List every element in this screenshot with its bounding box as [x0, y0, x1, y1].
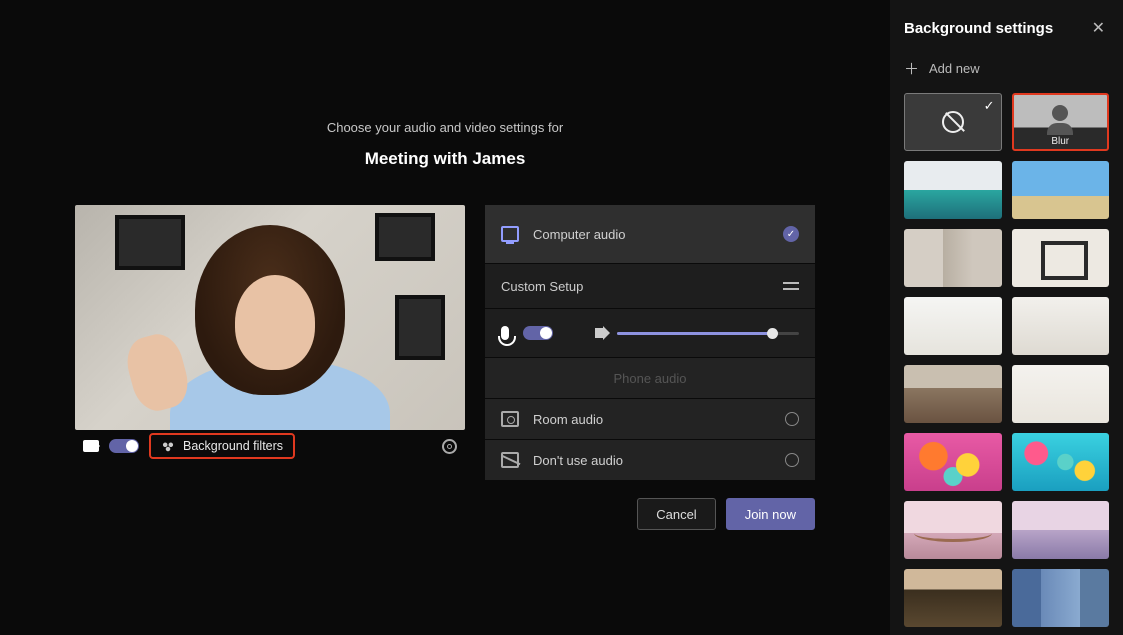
audio-option-room[interactable]: Room audio: [485, 399, 815, 439]
sliders-icon: [783, 280, 799, 292]
device-settings-icon[interactable]: [442, 439, 457, 454]
meeting-title: Meeting with James: [0, 149, 890, 169]
background-tile[interactable]: [904, 297, 1002, 355]
background-tile-blur[interactable]: Blur: [1012, 93, 1110, 151]
background-tile-none[interactable]: ✓: [904, 93, 1002, 151]
video-panel: Background filters: [75, 205, 465, 530]
room-audio-icon: [501, 411, 519, 427]
mic-volume-row: [485, 309, 815, 357]
cancel-button[interactable]: Cancel: [637, 498, 715, 530]
background-tile[interactable]: [1012, 229, 1110, 287]
background-tile[interactable]: [1012, 161, 1110, 219]
blur-label: Blur: [1051, 136, 1069, 147]
background-tile[interactable]: [904, 569, 1002, 627]
audio-panel: Computer audio ✓ Custom Setup: [485, 205, 815, 480]
custom-setup-row[interactable]: Custom Setup: [485, 264, 815, 308]
audio-option-computer[interactable]: Computer audio ✓: [485, 205, 815, 263]
phone-audio-label: Phone audio: [613, 371, 686, 386]
camera-icon: [83, 440, 99, 452]
background-tile[interactable]: [904, 501, 1002, 559]
background-settings-panel: Background settings ✕ ＋ Add new ✓ Blur: [890, 0, 1123, 635]
no-audio-label: Don't use audio: [533, 453, 623, 468]
selected-check-icon: ✓: [783, 226, 799, 242]
join-now-button[interactable]: Join now: [726, 498, 815, 530]
computer-audio-label: Computer audio: [533, 227, 626, 242]
none-icon: [942, 111, 964, 133]
add-new-label: Add new: [929, 61, 980, 76]
filters-icon: [161, 440, 175, 452]
microphone-icon: [501, 326, 509, 340]
background-tile[interactable]: [1012, 501, 1110, 559]
computer-audio-icon: [501, 226, 519, 242]
sidebar-title: Background settings: [904, 20, 1053, 37]
audio-option-none[interactable]: Don't use audio: [485, 440, 815, 480]
radio-icon: [785, 453, 799, 467]
background-tile[interactable]: [904, 229, 1002, 287]
check-icon: ✓: [984, 98, 995, 114]
camera-toggle[interactable]: [109, 439, 139, 453]
background-filters-label: Background filters: [183, 439, 283, 453]
background-tile[interactable]: [1012, 365, 1110, 423]
background-tile[interactable]: [904, 433, 1002, 491]
plus-icon: ＋: [904, 58, 919, 79]
radio-icon: [785, 412, 799, 426]
custom-setup-label: Custom Setup: [501, 279, 583, 294]
microphone-toggle[interactable]: [523, 326, 553, 340]
add-new-background-button[interactable]: ＋ Add new: [904, 58, 1109, 79]
audio-option-phone: Phone audio: [485, 358, 815, 398]
camera-preview: [75, 205, 465, 430]
background-tile[interactable]: [1012, 297, 1110, 355]
room-audio-label: Room audio: [533, 412, 603, 427]
background-tile[interactable]: [904, 161, 1002, 219]
no-audio-icon: [501, 452, 519, 468]
background-tile[interactable]: [1012, 433, 1110, 491]
close-icon[interactable]: ✕: [1088, 14, 1109, 42]
background-filters-button[interactable]: Background filters: [149, 433, 295, 459]
intro-subtitle: Choose your audio and video settings for: [0, 120, 890, 135]
background-tile[interactable]: [1012, 569, 1110, 627]
volume-slider[interactable]: [617, 332, 799, 335]
speaker-icon: [595, 328, 603, 338]
background-tile[interactable]: [904, 365, 1002, 423]
